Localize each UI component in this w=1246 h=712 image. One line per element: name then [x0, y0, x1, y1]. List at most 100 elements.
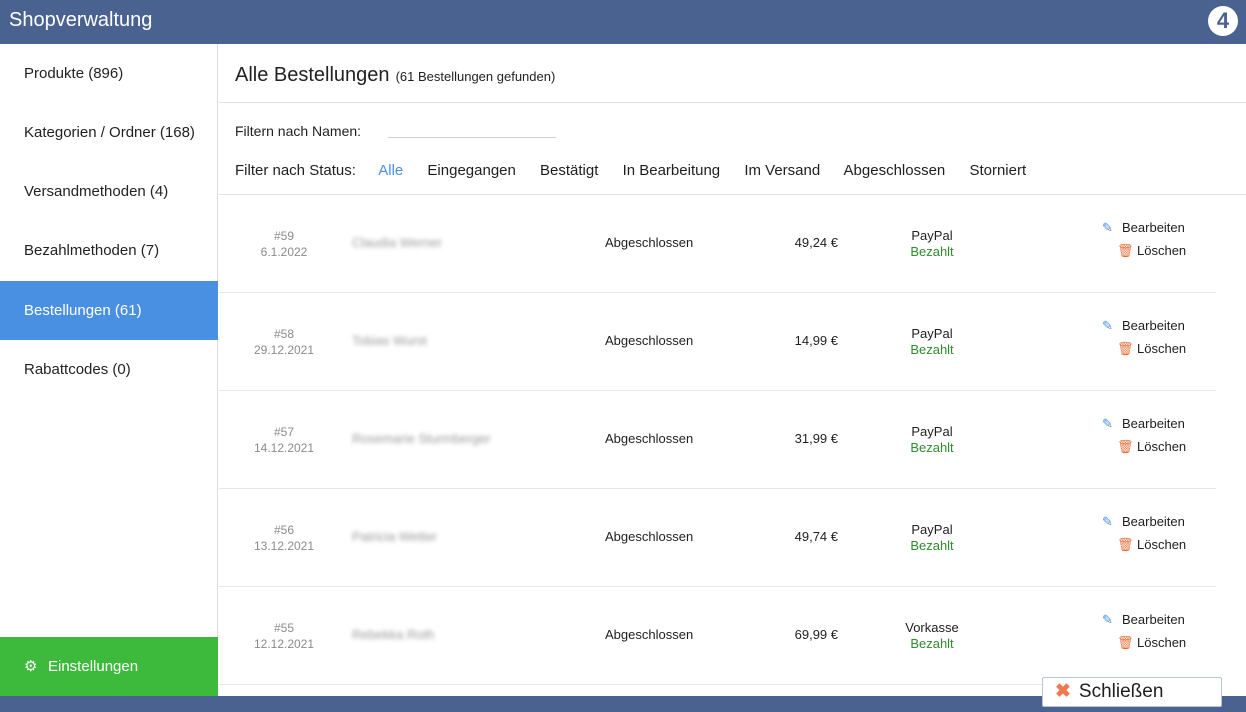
- order-date: 29.12.2021: [253, 343, 315, 357]
- sidebar-item-versandmethoden[interactable]: Versandmethoden (4): [0, 162, 218, 221]
- order-row: #58 29.12.2021 Tobias Wurst Abgeschlossen…: [219, 293, 1216, 391]
- delete-button[interactable]: 🗑 Löschen: [1102, 239, 1186, 262]
- result-count: (61 Bestellungen gefunden): [395, 69, 556, 84]
- customer-name: Rebekka Roth: [352, 627, 435, 642]
- order-row: #55 12.12.2021 Rebekka Roth Abgeschlossen…: [219, 587, 1216, 685]
- customer-name: Tobias Wurst: [352, 333, 427, 348]
- close-label: Schließen: [1078, 681, 1164, 702]
- sidebar-item-bestellungen[interactable]: Bestellungen (61): [0, 281, 218, 340]
- delete-button[interactable]: 🗑 Löschen: [1102, 435, 1186, 458]
- page-title: Alle Bestellungen: [235, 64, 390, 86]
- close-icon: ✖: [1055, 681, 1071, 702]
- delete-button[interactable]: 🗑 Löschen: [1102, 337, 1186, 360]
- order-number: #56: [273, 523, 295, 537]
- order-number: #59: [273, 229, 295, 243]
- pencil-icon: ✎: [1102, 220, 1113, 235]
- order-date: 12.12.2021: [253, 637, 315, 651]
- edit-label: Bearbeiten: [1122, 416, 1185, 431]
- pencil-icon: ✎: [1102, 612, 1113, 627]
- payment-method: PayPal: [911, 424, 953, 439]
- sidebar-item-bezahlmethoden[interactable]: Bezahlmethoden (7): [0, 221, 218, 280]
- settings-button[interactable]: ⚙ Einstellungen: [0, 637, 218, 696]
- edit-button[interactable]: ✎ Bearbeiten: [1102, 510, 1186, 533]
- edit-label: Bearbeiten: [1122, 612, 1185, 627]
- order-date: 6.1.2022: [260, 245, 308, 259]
- payment-method: PayPal: [911, 228, 953, 243]
- pencil-icon: ✎: [1102, 514, 1113, 529]
- customer-name: Claudia Werner: [352, 235, 443, 250]
- edit-button[interactable]: ✎ Bearbeiten: [1102, 314, 1186, 337]
- payment-info: PayPal Bezahlt: [879, 424, 985, 456]
- order-status: Abgeschlossen: [605, 235, 694, 250]
- payment-status: Bezahlt: [910, 244, 954, 259]
- delete-button[interactable]: 🗑 Löschen: [1102, 533, 1186, 556]
- order-status: Abgeschlossen: [605, 627, 694, 642]
- status-option-alle[interactable]: Alle: [378, 162, 403, 179]
- payment-status: Bezahlt: [910, 538, 954, 553]
- trash-icon: 🗑: [1117, 439, 1134, 454]
- delete-label: Löschen: [1137, 537, 1187, 552]
- app-header: Shopverwaltung 4: [0, 0, 1246, 44]
- filter-name-input[interactable]: [388, 120, 556, 138]
- payment-method: PayPal: [911, 326, 953, 341]
- order-number: #58: [273, 327, 295, 341]
- delete-label: Löschen: [1137, 341, 1187, 356]
- sidebar: Produkte (896) Kategorien / Ordner (168)…: [0, 44, 218, 712]
- status-option-in-bearbeitung[interactable]: In Bearbeitung: [623, 162, 721, 179]
- status-filter: Filter nach Status: Alle Eingegangen Bes…: [235, 162, 1046, 179]
- order-row: #57 14.12.2021 Rosemarie Sturmberger Abge…: [219, 391, 1216, 489]
- order-price: 49,74 €: [794, 529, 838, 544]
- status-option-abgeschlossen[interactable]: Abgeschlossen: [844, 162, 946, 179]
- delete-button[interactable]: 🗑 Löschen: [1102, 631, 1186, 654]
- edit-label: Bearbeiten: [1122, 514, 1185, 529]
- payment-info: PayPal Bezahlt: [879, 326, 985, 358]
- order-number-date: #57 14.12.2021: [249, 424, 319, 456]
- trash-icon: 🗑: [1117, 635, 1134, 650]
- order-row: #59 6.1.2022 Claudia Werner Abgeschlossen…: [219, 195, 1216, 293]
- payment-status: Bezahlt: [910, 342, 954, 357]
- edit-button[interactable]: ✎ Bearbeiten: [1102, 412, 1186, 435]
- sidebar-item-rabattcodes[interactable]: Rabattcodes (0): [0, 340, 218, 399]
- close-button[interactable]: ✖ Schließen: [1042, 677, 1222, 707]
- order-price: 31,99 €: [794, 431, 838, 446]
- gear-icon: ⚙: [24, 658, 38, 675]
- order-status: Abgeschlossen: [605, 529, 694, 544]
- payment-method: PayPal: [911, 522, 953, 537]
- app-title: Shopverwaltung: [9, 9, 153, 31]
- pencil-icon: ✎: [1102, 318, 1113, 333]
- delete-label: Löschen: [1137, 243, 1187, 258]
- order-row: #56 13.12.2021 Patricia Wetter Abgeschlos…: [219, 489, 1216, 587]
- order-date: 13.12.2021: [253, 539, 315, 553]
- row-actions: ✎ Bearbeiten 🗑 Löschen: [1102, 314, 1186, 360]
- payment-info: PayPal Bezahlt: [879, 522, 985, 554]
- row-actions: ✎ Bearbeiten 🗑 Löschen: [1102, 216, 1186, 262]
- payment-info: PayPal Bezahlt: [879, 228, 985, 260]
- sidebar-item-kategorien[interactable]: Kategorien / Ordner (168): [0, 103, 218, 162]
- status-option-eingegangen[interactable]: Eingegangen: [427, 162, 515, 179]
- order-price: 49,24 €: [794, 235, 838, 250]
- trash-icon: 🗑: [1117, 243, 1134, 258]
- page-header: Alle Bestellungen (61 Bestellungen gefund…: [235, 64, 555, 87]
- payment-status: Bezahlt: [910, 636, 954, 651]
- edit-button[interactable]: ✎ Bearbeiten: [1102, 216, 1186, 239]
- status-option-bestaetigt[interactable]: Bestätigt: [540, 162, 598, 179]
- filter-name-label: Filtern nach Namen:: [235, 123, 362, 139]
- row-actions: ✎ Bearbeiten 🗑 Löschen: [1102, 608, 1186, 654]
- sidebar-item-produkte[interactable]: Produkte (896): [0, 44, 218, 103]
- trash-icon: 🗑: [1117, 537, 1134, 552]
- payment-status: Bezahlt: [910, 440, 954, 455]
- edit-button[interactable]: ✎ Bearbeiten: [1102, 608, 1186, 631]
- order-number-date: #58 29.12.2021: [249, 326, 319, 358]
- status-option-storniert[interactable]: Storniert: [969, 162, 1026, 179]
- trash-icon: 🗑: [1117, 341, 1134, 356]
- order-number: #55: [273, 621, 295, 635]
- order-number: #57: [273, 425, 295, 439]
- customer-name: Rosemarie Sturmberger: [352, 431, 491, 446]
- payment-info: Vorkasse Bezahlt: [879, 620, 985, 652]
- order-status: Abgeschlossen: [605, 333, 694, 348]
- status-option-im-versand[interactable]: Im Versand: [744, 162, 820, 179]
- status-filter-label: Filter nach Status:: [235, 162, 356, 179]
- order-price: 69,99 €: [794, 627, 838, 642]
- delete-label: Löschen: [1137, 635, 1187, 650]
- order-number-date: #59 6.1.2022: [249, 228, 319, 260]
